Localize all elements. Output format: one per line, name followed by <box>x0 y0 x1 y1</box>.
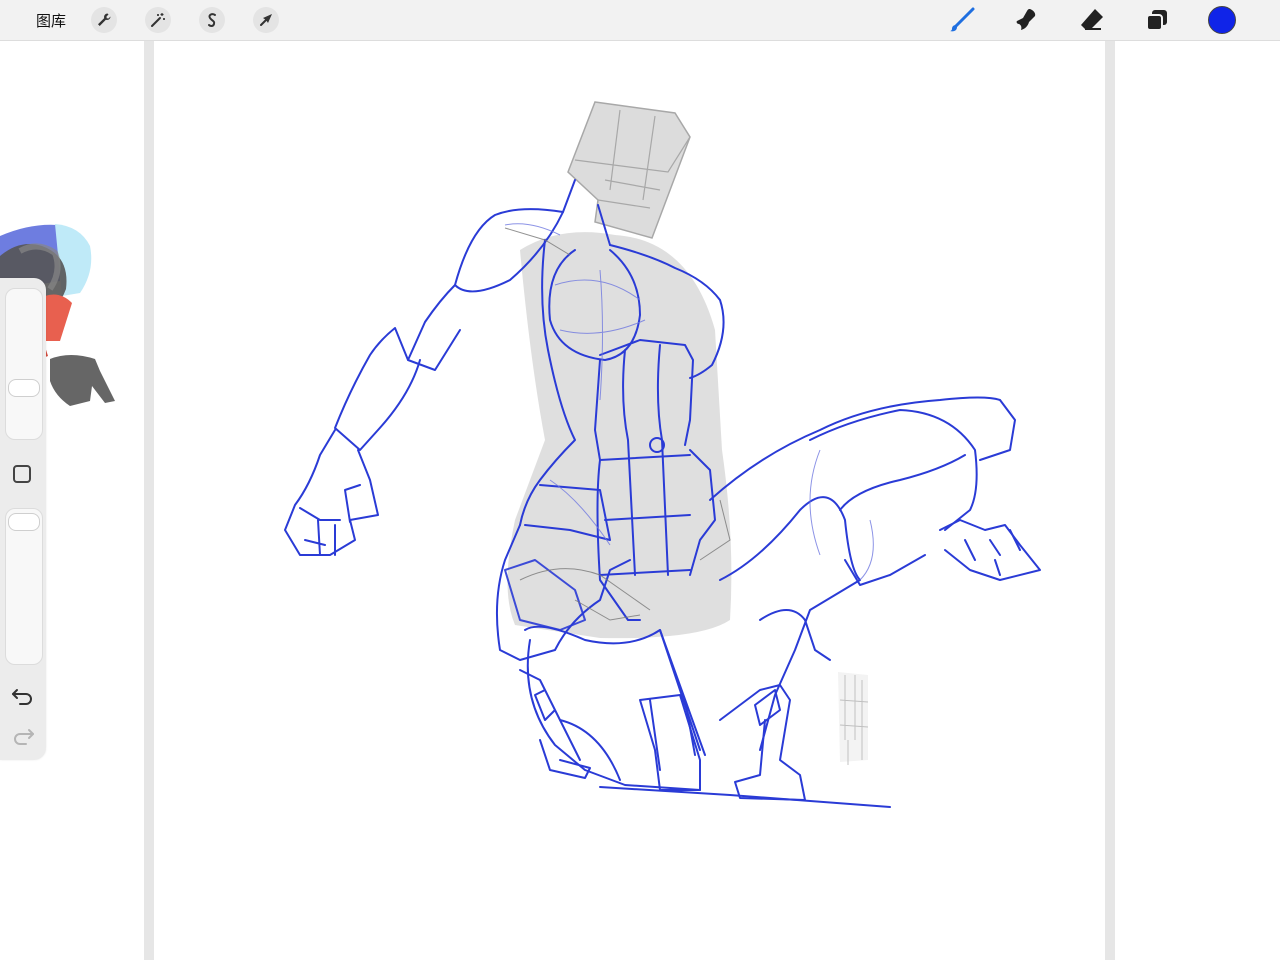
color-swatch[interactable] <box>1208 6 1236 34</box>
eraser-tool-button[interactable] <box>1078 6 1106 34</box>
transform-button[interactable] <box>253 7 279 33</box>
magic-wand-icon <box>151 13 165 27</box>
selection-icon <box>208 13 216 27</box>
selection-button[interactable] <box>199 7 225 33</box>
right-margin <box>1115 41 1280 960</box>
modify-button[interactable] <box>13 465 31 483</box>
canvas-gutter-left <box>144 41 154 960</box>
adjustments-button[interactable] <box>145 7 171 33</box>
brush-icon <box>950 7 975 32</box>
smudge-icon <box>1016 9 1036 30</box>
brush-opacity-slider[interactable] <box>5 508 43 665</box>
figure-sketch <box>284 101 1041 808</box>
wrench-icon <box>98 13 111 26</box>
drawing-canvas[interactable] <box>154 41 1105 960</box>
brush-sidebar <box>0 278 46 760</box>
brush-size-slider[interactable] <box>5 288 43 440</box>
gallery-button[interactable]: 图库 <box>36 10 66 31</box>
eraser-icon <box>1081 9 1103 30</box>
layers-icon <box>1146 10 1167 31</box>
brush-size-thumb[interactable] <box>8 379 40 397</box>
brush-opacity-thumb[interactable] <box>8 513 40 531</box>
transform-arrow-icon <box>260 14 272 26</box>
actions-button[interactable] <box>91 7 117 33</box>
layers-button[interactable] <box>1143 6 1171 34</box>
top-toolbar: 图库 <box>0 0 1280 41</box>
undo-icon[interactable] <box>11 686 35 706</box>
smudge-tool-button[interactable] <box>1012 6 1040 34</box>
canvas-gutter-right <box>1105 41 1115 960</box>
brush-tool-button[interactable] <box>948 6 976 34</box>
redo-icon[interactable] <box>11 726 35 746</box>
